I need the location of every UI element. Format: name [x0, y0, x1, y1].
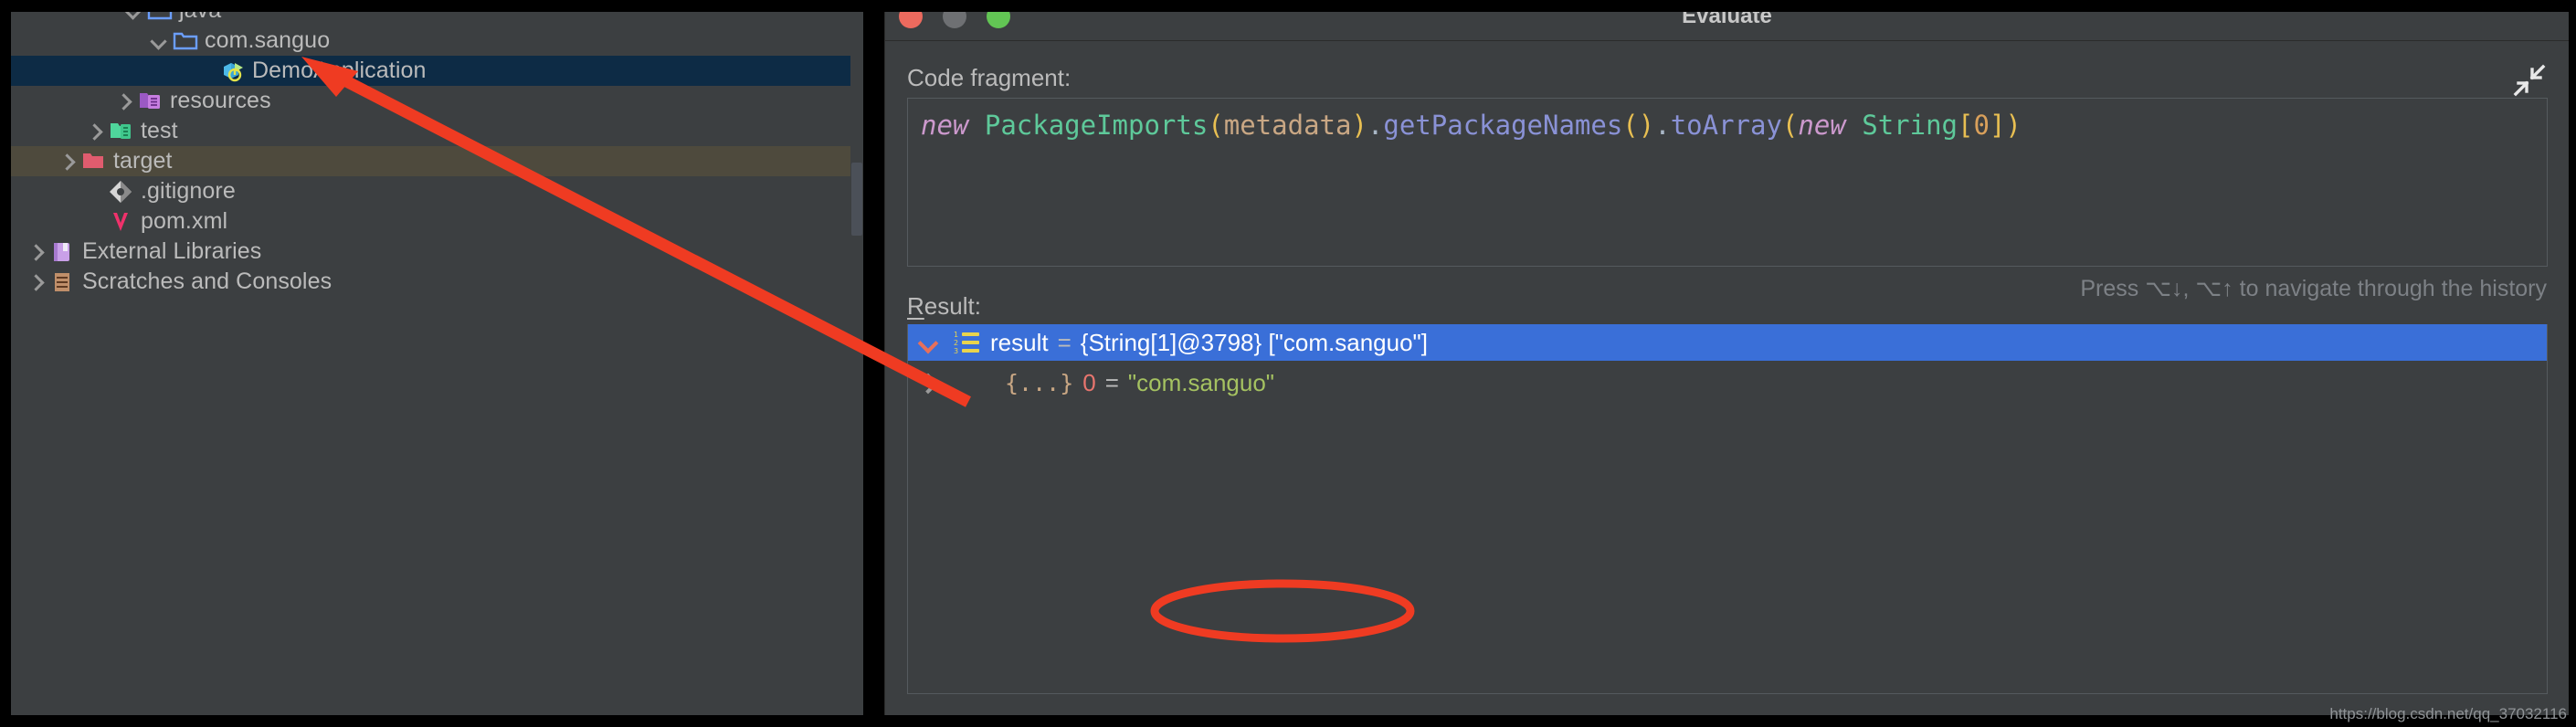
- chevron-right-icon[interactable]: [24, 237, 48, 267]
- code-token: .: [1367, 110, 1384, 141]
- chevron-down-icon[interactable]: [908, 324, 950, 361]
- tree-row-scratches-and-consoles[interactable]: Scratches and Consoles: [11, 267, 863, 297]
- tree-row-pom-xml[interactable]: pom.xml: [11, 206, 863, 237]
- tree-row-java[interactable]: java: [11, 12, 863, 26]
- package-blue-icon: [170, 26, 201, 56]
- tree-row-label: DemoApplication: [252, 58, 427, 83]
- chevron-placeholder: [82, 176, 106, 206]
- code-token: new: [921, 110, 969, 141]
- code-token: ): [1638, 110, 1655, 141]
- tree-row-target[interactable]: target: [11, 146, 863, 176]
- code-fragment-input[interactable]: new PackageImports(metadata).getPackageN…: [907, 98, 2548, 267]
- dialog-body: Code fragment: new PackageImports(metada…: [885, 41, 2569, 714]
- chevron-right-icon[interactable]: [24, 267, 48, 297]
- chevron-down-icon[interactable]: [146, 26, 170, 56]
- project-scrollbar-thumb[interactable]: [851, 163, 862, 236]
- code-token: getPackageNames: [1383, 110, 1623, 141]
- tree-row-label: com.sanguo: [205, 27, 331, 53]
- result-row-child[interactable]: {...} 0 = "com.sanguo": [908, 364, 2547, 401]
- chevron-right-icon[interactable]: [55, 146, 79, 176]
- tree-row-label: resources: [170, 88, 271, 113]
- braces-icon: {...}: [1005, 369, 1074, 396]
- code-token: metadata: [1223, 110, 1352, 141]
- chevron-placeholder: [82, 206, 106, 237]
- dialog-titlebar: Evaluate: [885, 12, 2569, 41]
- tree-row-label: pom.xml: [141, 208, 228, 234]
- code-token: ]: [1989, 110, 2006, 141]
- code-token: (: [1622, 110, 1639, 141]
- svg-text:2: 2: [954, 339, 958, 347]
- result-name: result: [990, 328, 1049, 356]
- tree-row-com-sanguo[interactable]: com.sanguo: [11, 26, 863, 56]
- folder-blue-icon: [144, 12, 175, 26]
- result-row-root[interactable]: 123 result = {String[1]@3798} ["com.sanguo…: [908, 324, 2547, 361]
- result-label: Result:: [907, 292, 981, 321]
- svg-text:1: 1: [954, 331, 958, 339]
- screenshot-root: java com.sanguo DemoApplication resources te…: [0, 0, 2576, 727]
- tree-row-label: test: [141, 118, 178, 143]
- child-index: 0: [1082, 368, 1096, 396]
- code-fragment-label: Code fragment:: [907, 64, 1072, 91]
- code-token: (: [1208, 110, 1224, 141]
- code-token: ): [2005, 110, 2022, 141]
- tree-row-external-libraries[interactable]: External Libraries: [11, 237, 863, 267]
- library-icon: [48, 237, 79, 267]
- code-token: (: [1781, 110, 1799, 141]
- git-icon: [106, 176, 137, 206]
- tree-row-test[interactable]: test: [11, 116, 863, 146]
- resources-purple-icon: [135, 86, 166, 116]
- code-token: [: [1958, 110, 1974, 141]
- code-token: toArray: [1670, 110, 1782, 141]
- result-label-rest: esult:: [924, 292, 981, 320]
- dialog-title: Evaluate: [1682, 12, 1772, 28]
- result-type: {String[1]@3798}: [1080, 328, 1262, 356]
- chevron-down-icon[interactable]: [121, 12, 144, 26]
- tree-row-demoapplication[interactable]: DemoApplication: [11, 56, 863, 86]
- tree-row-label: .gitignore: [141, 178, 236, 204]
- tree-row-label: Scratches and Consoles: [82, 269, 333, 294]
- code-token: 0: [1973, 110, 1990, 141]
- folder-red-icon: [79, 146, 110, 176]
- chevron-right-icon[interactable]: [908, 364, 1005, 401]
- code-token: new: [1798, 110, 1846, 141]
- result-tree[interactable]: 123 result = {String[1]@3798} ["com.sanguo…: [907, 324, 2548, 694]
- evaluate-dialog: Evaluate Code fragment: new PackageImpor…: [884, 12, 2569, 715]
- result-value: ["com.sanguo"]: [1268, 328, 1428, 356]
- array-list-icon: 123: [950, 324, 990, 361]
- result-label-mnemonic: R: [907, 292, 924, 320]
- scratches-icon: [48, 267, 79, 297]
- svg-text:3: 3: [954, 347, 958, 355]
- chevron-placeholder: [194, 56, 217, 86]
- tree-row-gitignore[interactable]: .gitignore: [11, 176, 863, 206]
- child-equals: =: [1104, 368, 1119, 396]
- code-fragment-text: new PackageImports(metadata).getPackageN…: [921, 110, 2022, 141]
- project-scrollbar-track[interactable]: [850, 12, 863, 715]
- chevron-right-icon[interactable]: [82, 116, 106, 146]
- chevron-right-icon[interactable]: [111, 86, 135, 116]
- watermark: https://blog.csdn.net/qq_37032116: [2329, 705, 2567, 722]
- child-value: "com.sanguo": [1127, 368, 1275, 396]
- code-token: ): [1351, 110, 1367, 141]
- spring-boot-run-icon: [217, 56, 248, 86]
- tree-row-label: External Libraries: [82, 238, 262, 264]
- code-token: .: [1654, 110, 1671, 141]
- collapse-expand-icon[interactable]: [2510, 61, 2549, 100]
- project-tool-window[interactable]: java com.sanguo DemoApplication resources te…: [11, 12, 863, 715]
- result-equals: =: [1057, 328, 1072, 356]
- history-hint-text: Press ⌥↓, ⌥↑ to navigate through the his…: [2080, 276, 2547, 301]
- tree-row-resources[interactable]: resources: [11, 86, 863, 116]
- maven-icon: [106, 206, 137, 237]
- result-root-text: result = {String[1]@3798} ["com.sanguo"]: [990, 329, 1428, 357]
- tree-row-label: java: [179, 12, 221, 24]
- tree-row-label: target: [113, 148, 173, 174]
- folder-green-icon: [106, 116, 137, 146]
- code-token: PackageImports: [984, 110, 1209, 141]
- code-token: String: [1862, 110, 1958, 141]
